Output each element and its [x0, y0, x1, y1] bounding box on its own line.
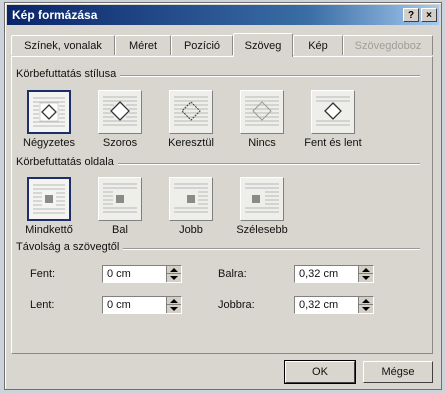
wrap-right-option[interactable] — [169, 177, 213, 221]
wrap-left-label: Bal — [112, 224, 128, 236]
wrap-both-option[interactable] — [27, 177, 71, 221]
tab-text[interactable]: Szöveg — [233, 33, 293, 57]
top-distance-label: Fent: — [30, 268, 56, 280]
wrap-top-bottom-option[interactable] — [311, 90, 355, 134]
tight-wrap-icon — [103, 96, 137, 126]
spinner-divider — [359, 304, 373, 305]
spin-down-icon[interactable] — [170, 307, 178, 311]
spin-up-icon[interactable] — [362, 268, 370, 272]
square-wrap-icon — [33, 97, 65, 127]
wrap-tight-option[interactable] — [98, 90, 142, 134]
left-distance-field[interactable]: 0,32 cm — [294, 265, 374, 283]
tab-panel: Körbefuttatás stílusa Négyzetes Szoros K… — [11, 56, 433, 354]
bottom-distance-spinner[interactable] — [166, 297, 181, 313]
wrap-none-option[interactable] — [240, 90, 284, 134]
distance-title: Távolság a szövegtől — [16, 241, 124, 253]
top-bottom-wrap-icon — [316, 96, 350, 126]
right-distance-label: Jobbra: — [218, 299, 255, 311]
tab-textbox: Szövegdoboz — [343, 35, 433, 55]
close-button[interactable]: × — [421, 8, 437, 22]
largest-side-icon — [245, 183, 279, 213]
top-distance-value: 0 cm — [107, 268, 131, 280]
dialog-window: Kép formázása ? × Színek, vonalak Méret … — [4, 2, 442, 390]
right-distance-field[interactable]: 0,32 cm — [294, 296, 374, 314]
dialog-title: Kép formázása — [12, 8, 98, 22]
top-distance-spinner[interactable] — [166, 266, 181, 282]
ok-button[interactable]: OK — [284, 360, 356, 384]
left-distance-value: 0,32 cm — [299, 268, 339, 280]
wrap-both-label: Mindkettő — [25, 224, 73, 236]
spin-up-icon[interactable] — [362, 299, 370, 303]
spin-down-icon[interactable] — [170, 276, 178, 280]
cancel-button[interactable]: Mégse — [363, 361, 433, 383]
wrap-tight-label: Szoros — [102, 137, 138, 149]
spinner-divider — [359, 273, 373, 274]
wrap-square-option[interactable] — [27, 90, 71, 134]
bottom-distance-field[interactable]: 0 cm — [102, 296, 182, 314]
wrap-top-bottom-label: Fent és lent — [304, 137, 362, 149]
right-distance-value: 0,32 cm — [299, 299, 339, 311]
left-distance-label: Balra: — [218, 268, 247, 280]
wrap-square-label: Négyzetes — [23, 137, 75, 149]
right-distance-spinner[interactable] — [358, 297, 373, 313]
left-distance-spinner[interactable] — [358, 266, 373, 282]
wrap-right-label: Jobb — [179, 224, 203, 236]
bottom-distance-label: Lent: — [30, 299, 55, 311]
both-sides-icon — [33, 184, 65, 214]
wrap-left-option[interactable] — [98, 177, 142, 221]
wrap-through-option[interactable] — [169, 90, 213, 134]
spinner-divider — [167, 273, 181, 274]
tab-picture[interactable]: Kép — [293, 35, 343, 55]
spin-up-icon[interactable] — [170, 299, 178, 303]
spin-down-icon[interactable] — [362, 276, 370, 280]
spinner-divider — [167, 304, 181, 305]
top-distance-field[interactable]: 0 cm — [102, 265, 182, 283]
spin-up-icon[interactable] — [170, 268, 178, 272]
right-side-icon — [174, 183, 208, 213]
wrap-none-label: Nincs — [248, 137, 276, 149]
bottom-distance-value: 0 cm — [107, 299, 131, 311]
left-side-icon — [103, 183, 137, 213]
help-button[interactable]: ? — [403, 8, 419, 22]
wrap-through-label: Keresztül — [168, 137, 214, 149]
wrap-largest-option[interactable] — [240, 177, 284, 221]
through-wrap-icon — [174, 96, 208, 126]
title-bar: Kép formázása ? × — [7, 5, 439, 25]
tab-position[interactable]: Pozíció — [171, 35, 233, 55]
wrap-largest-label: Szélesebb — [236, 224, 288, 236]
spin-down-icon[interactable] — [362, 307, 370, 311]
tab-size[interactable]: Méret — [115, 35, 171, 55]
no-wrap-icon — [245, 96, 279, 126]
wrap-side-title: Körbefuttatás oldala — [16, 156, 118, 168]
tab-colors-lines[interactable]: Színek, vonalak — [11, 35, 115, 55]
wrap-style-title: Körbefuttatás stílusa — [16, 68, 121, 80]
